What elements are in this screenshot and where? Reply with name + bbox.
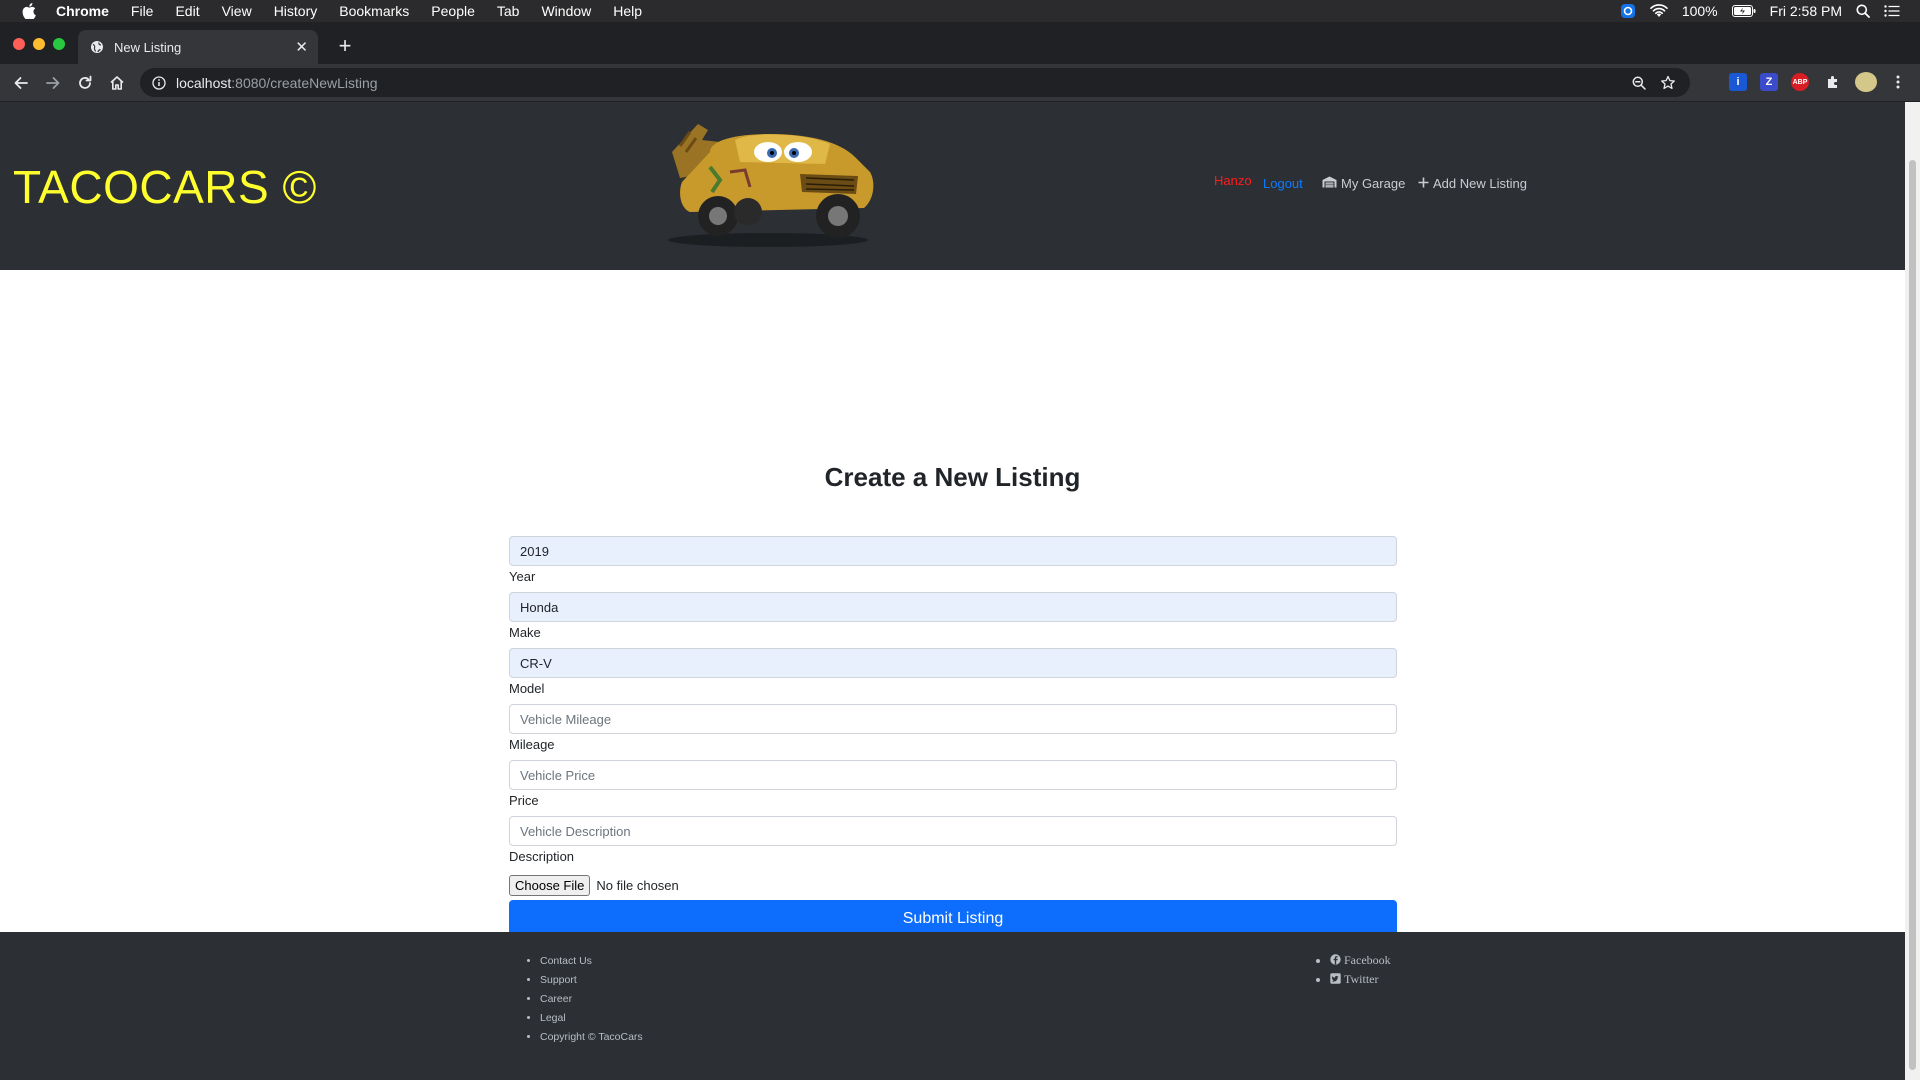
menu-window[interactable]: Window — [541, 3, 591, 19]
make-field[interactable] — [509, 592, 1397, 622]
description-label: Description — [509, 849, 575, 864]
tab-title: New Listing — [114, 39, 182, 55]
extensions-puzzle-icon[interactable] — [1824, 73, 1842, 91]
menu-people[interactable]: People — [431, 3, 475, 19]
mileage-field[interactable] — [509, 704, 1397, 734]
forward-arrow-icon[interactable] — [41, 71, 65, 95]
browser-tab-active[interactable]: New Listing ✕ — [78, 30, 318, 64]
new-tab-plus-icon[interactable]: + — [332, 33, 358, 59]
profile-avatar[interactable] — [1855, 72, 1877, 92]
window-minimize-button[interactable] — [33, 38, 45, 50]
site-brand[interactable]: TACOCARS © — [13, 160, 317, 214]
price-field[interactable] — [509, 760, 1397, 790]
price-label: Price — [509, 793, 539, 808]
file-upload: Choose File No file chosen — [509, 872, 1397, 898]
bookmark-star-icon[interactable] — [1660, 75, 1676, 91]
menu-app-name[interactable]: Chrome — [56, 3, 109, 19]
window-close-button[interactable] — [13, 38, 25, 50]
window-zoom-button[interactable] — [53, 38, 65, 50]
add-new-listing-link[interactable]: Add New Listing — [1418, 176, 1527, 191]
twitter-link[interactable]: Twitter — [1330, 970, 1391, 989]
globe-icon — [90, 40, 104, 54]
file-status: No file chosen — [596, 877, 679, 893]
menu-tab[interactable]: Tab — [497, 3, 520, 19]
page-scrollbar[interactable] — [1905, 102, 1920, 1080]
site-footer: Contact Us Support Career Legal Copyrigh… — [0, 932, 1905, 1080]
description-field[interactable] — [509, 816, 1397, 846]
facebook-label: Facebook — [1344, 953, 1391, 967]
model-field[interactable] — [509, 648, 1397, 678]
add-new-listing-label: Add New Listing — [1433, 176, 1527, 191]
battery-icon[interactable] — [1731, 5, 1756, 17]
page-viewport: TACOCARS © Hanzo Logout My Garage Add Ne… — [0, 102, 1905, 1080]
footer-link-legal[interactable]: Legal — [540, 1009, 643, 1028]
car-mascot-logo — [650, 112, 886, 252]
garage-icon — [1322, 176, 1337, 191]
info-extension-icon[interactable]: i — [1729, 73, 1747, 91]
site-header: TACOCARS © Hanzo Logout My Garage Add Ne… — [0, 102, 1905, 270]
browser-tab-strip: New Listing ✕ + — [0, 22, 1920, 64]
make-label: Make — [509, 625, 541, 640]
mileage-label: Mileage — [509, 737, 555, 752]
plus-icon — [1418, 176, 1429, 191]
year-label: Year — [509, 569, 536, 584]
facebook-icon — [1330, 952, 1341, 965]
social-links: Facebook Twitter — [1330, 951, 1391, 989]
adblock-extension-icon[interactable]: ABP — [1791, 73, 1809, 91]
clock[interactable]: Fri 2:58 PM — [1770, 3, 1842, 19]
scrollbar-thumb[interactable] — [1909, 160, 1916, 1070]
username-link[interactable]: Hanzo — [1214, 173, 1252, 188]
logout-link[interactable]: Logout — [1263, 176, 1303, 191]
url-host: localhost — [176, 74, 232, 91]
chrome-menu-icon[interactable] — [1889, 73, 1907, 91]
home-icon[interactable] — [105, 71, 129, 95]
back-arrow-icon[interactable] — [9, 71, 33, 95]
footer-link-career[interactable]: Career — [540, 990, 643, 1009]
my-garage-label: My Garage — [1341, 176, 1406, 191]
footer-link-contact[interactable]: Contact Us — [540, 952, 643, 971]
wifi-icon[interactable] — [1650, 4, 1668, 18]
model-label: Model — [509, 681, 545, 696]
footer-link-support[interactable]: Support — [540, 971, 643, 990]
apple-icon[interactable] — [22, 3, 36, 19]
choose-file-button[interactable]: Choose File — [509, 874, 591, 896]
notification-center-icon[interactable] — [1884, 5, 1900, 17]
menu-help[interactable]: Help — [613, 3, 642, 19]
site-info-icon[interactable] — [152, 75, 166, 90]
reload-icon[interactable] — [73, 71, 97, 95]
url-path: :8080/createNewListing — [231, 74, 378, 91]
menu-edit[interactable]: Edit — [175, 3, 199, 19]
spotlight-search-icon[interactable] — [1856, 4, 1870, 18]
footer-copyright: Copyright © TacoCars — [540, 1028, 643, 1047]
my-garage-link[interactable]: My Garage — [1322, 176, 1405, 191]
tab-close-icon[interactable]: ✕ — [295, 38, 308, 56]
zoom-icon[interactable] — [1632, 76, 1646, 90]
battery-percent: 100% — [1681, 3, 1718, 19]
macos-menu-bar: Chrome File Edit View History Bookmarks … — [0, 0, 1920, 22]
menu-view[interactable]: View — [222, 3, 252, 19]
creative-cloud-icon[interactable] — [1620, 3, 1636, 19]
year-field[interactable] — [509, 536, 1397, 566]
browser-toolbar: localhost :8080/createNewListing i Z ABP — [0, 64, 1920, 102]
facebook-link[interactable]: Facebook — [1330, 951, 1391, 970]
new-listing-form: Year Make Model Mileage Price Descriptio… — [509, 536, 1397, 938]
menu-history[interactable]: History — [274, 3, 318, 19]
menu-file[interactable]: File — [131, 3, 154, 19]
footer-links: Contact Us Support Career Legal Copyrigh… — [540, 952, 643, 1047]
twitter-square-icon — [1330, 971, 1341, 984]
zotero-extension-icon[interactable]: Z — [1760, 73, 1778, 91]
twitter-label: Twitter — [1344, 972, 1379, 986]
menu-bookmarks[interactable]: Bookmarks — [339, 3, 409, 19]
page-title: Create a New Listing — [824, 462, 1081, 492]
address-bar[interactable]: localhost :8080/createNewListing — [140, 68, 1690, 97]
